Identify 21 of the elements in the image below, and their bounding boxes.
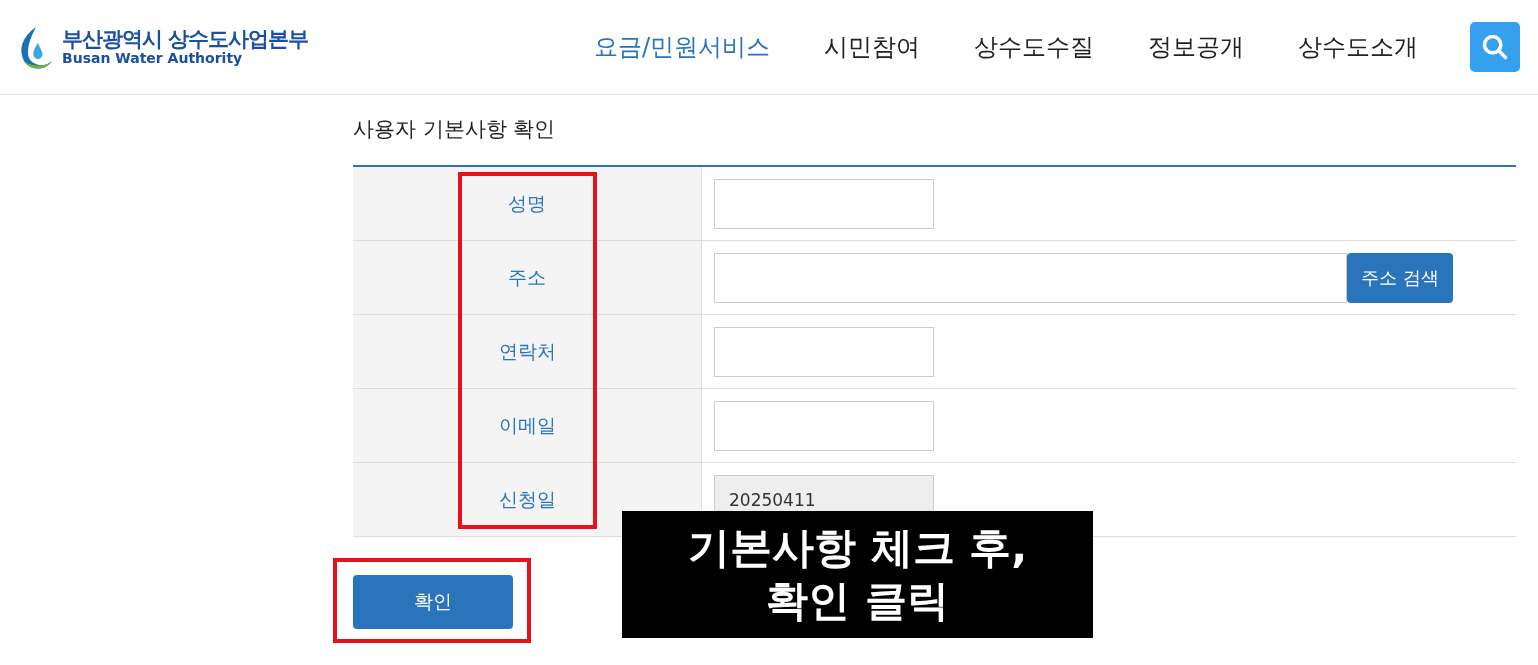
field-label: 연락처 (353, 315, 702, 388)
search-button[interactable] (1470, 22, 1520, 72)
nav-link[interactable]: 시민참여 (824, 31, 920, 63)
field-label: 주소 (353, 241, 702, 314)
nav-link[interactable]: 요금/민원서비스 (593, 31, 770, 63)
logo-subtitle: Busan Water Authority (62, 50, 243, 67)
field-label: 이메일 (353, 389, 702, 462)
field-label: 성명 (353, 167, 702, 240)
search-icon (1481, 33, 1509, 61)
confirm-button[interactable]: 확인 (353, 575, 513, 629)
address-field[interactable] (714, 252, 1347, 303)
caption-text: 확인 클릭 (766, 574, 949, 627)
input-field[interactable] (714, 326, 934, 377)
input-field[interactable] (714, 400, 934, 451)
address-search-button[interactable]: 주소 검색 (1347, 252, 1453, 303)
nav-link[interactable]: 상수도소개 (1298, 31, 1418, 63)
logo-title: 부산광역시 상수도사업본부 (62, 27, 309, 51)
nav-link[interactable]: 정보공개 (1148, 31, 1244, 63)
nav-link[interactable]: 상수도수질 (974, 31, 1094, 63)
input-field[interactable] (714, 178, 934, 229)
section-title: 사용자 기본사항 확인 (353, 116, 557, 143)
